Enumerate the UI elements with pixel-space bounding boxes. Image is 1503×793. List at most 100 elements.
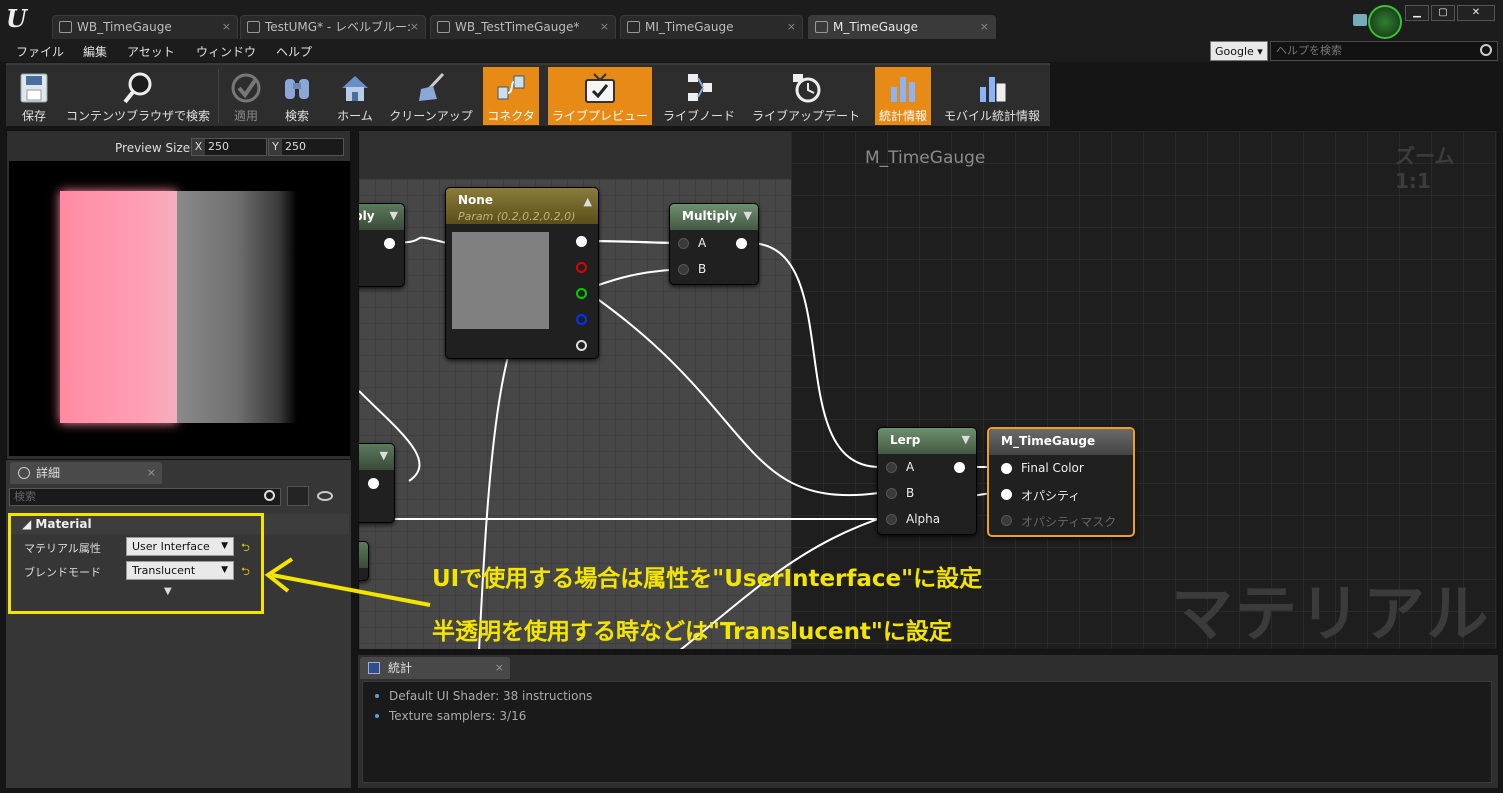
material-output-node[interactable]: M_TimeGauge Final Color オパシティ オパシティマスク: [987, 427, 1135, 537]
partial-node-middle[interactable]: ▼: [359, 443, 395, 523]
collapse-icon[interactable]: ▼: [962, 428, 970, 452]
input-pin-b[interactable]: [678, 264, 689, 275]
help-search-input[interactable]: ヘルプを検索: [1270, 41, 1498, 61]
apply-button[interactable]: 適用: [223, 67, 269, 125]
grid-view-icon[interactable]: [287, 486, 309, 506]
preview-size-y-input[interactable]: Y 250: [268, 138, 344, 156]
details-panel: 詳細 × 検索 ◢ Material マテリアル属性 User Interfac…: [6, 460, 351, 788]
source-control-icon[interactable]: [1368, 5, 1402, 39]
input-pin-alpha[interactable]: [886, 514, 897, 525]
preview-viewport[interactable]: [9, 161, 350, 456]
r-output-pin[interactable]: [576, 262, 587, 273]
tab-label: WB_TestTimeGauge*: [455, 20, 580, 34]
final-color-pin[interactable]: [1001, 463, 1012, 474]
input-pin-a[interactable]: [886, 462, 897, 473]
multiply-node[interactable]: Multiply ▼ A B: [669, 203, 759, 285]
partial-node-top[interactable]: ply ▼: [359, 203, 405, 287]
cleanup-button[interactable]: クリーンアップ: [386, 67, 476, 125]
live-preview-button[interactable]: ライブプレビュー: [548, 67, 652, 125]
details-tab[interactable]: 詳細 ×: [10, 462, 162, 484]
stats-tab[interactable]: 統計 ×: [360, 657, 510, 679]
tab-testumg[interactable]: TestUMG* - レベルブルー: ×: [240, 15, 426, 39]
close-icon[interactable]: ×: [222, 16, 231, 38]
input-pin-a[interactable]: [678, 238, 689, 249]
node-title: Multiply: [682, 209, 737, 223]
wire: [748, 242, 880, 468]
tab-m-timegauge[interactable]: M_TimeGauge ×: [808, 15, 996, 39]
close-icon[interactable]: ×: [980, 16, 989, 38]
menu-help[interactable]: ヘルプ: [276, 43, 312, 60]
rgb-output-pin[interactable]: [576, 236, 587, 247]
unreal-logo-icon[interactable]: U: [6, 4, 32, 33]
preview-size-x-input[interactable]: X 250: [191, 138, 267, 156]
search-icon[interactable]: [1480, 44, 1492, 56]
lerp-node[interactable]: Lerp ▼ A B Alpha: [877, 427, 977, 535]
close-icon[interactable]: ×: [410, 16, 419, 38]
output-pin[interactable]: [736, 238, 747, 249]
minimize-button[interactable]: ▁: [1405, 5, 1429, 21]
stats-label: 統計情報: [878, 109, 927, 123]
maximize-button[interactable]: ▢: [1431, 5, 1455, 21]
stats-panel: 統計 × Default UI Shader: 38 instructions …: [358, 655, 1498, 788]
pin-label: オパシティマスク: [1021, 515, 1117, 529]
close-icon[interactable]: ×: [600, 16, 609, 38]
b-output-pin[interactable]: [576, 314, 587, 325]
eye-icon[interactable]: [317, 491, 333, 501]
node-title: Lerp: [890, 433, 921, 447]
close-icon[interactable]: ×: [495, 657, 504, 679]
input-pin-b[interactable]: [886, 488, 897, 499]
stats-button[interactable]: 統計情報: [875, 67, 931, 125]
pin-label: Final Color: [1021, 461, 1084, 475]
tab-wb-timegauge[interactable]: WB_TimeGauge ×: [52, 15, 238, 39]
a-output-pin[interactable]: [576, 340, 587, 351]
annotation-user-interface: UIで使用する場合は属性を"UserInterface"に設定: [432, 566, 983, 592]
collapse-icon[interactable]: ▼: [390, 204, 398, 228]
arrow-line: [271, 573, 431, 607]
tab-mi-timegauge[interactable]: MI_TimeGauge ×: [620, 15, 803, 39]
g-output-pin[interactable]: [576, 288, 587, 299]
cleanup-label: クリーンアップ: [389, 109, 473, 123]
tab-label: TestUMG* - レベルブルー:: [265, 20, 412, 34]
search-engine-select[interactable]: Google ▾: [1210, 41, 1268, 61]
menu-edit[interactable]: 編集: [83, 43, 107, 60]
menu-file[interactable]: ファイル: [16, 43, 64, 60]
preview-size-label: Preview Size: [115, 141, 191, 155]
node-header: ply ▼: [359, 204, 404, 230]
connectors-label: コネクタ: [487, 109, 535, 123]
live-nodes-icon: [688, 74, 712, 101]
output-pin[interactable]: [384, 238, 395, 249]
pin-label: B: [906, 486, 915, 500]
collapse-icon[interactable]: ▼: [744, 204, 752, 228]
connectors-button[interactable]: コネクタ: [483, 67, 539, 125]
output-pin[interactable]: [954, 462, 965, 473]
vector-param-node[interactable]: None Param (0.2,0.2,0.2,0) ▲: [445, 187, 599, 359]
close-window-button[interactable]: ✕: [1457, 5, 1495, 21]
tv-icon: [585, 73, 615, 103]
opacity-mask-pin[interactable]: [1001, 515, 1012, 526]
home-button[interactable]: ホーム: [328, 67, 382, 125]
save-button[interactable]: 保存: [10, 67, 58, 125]
broom-icon: [419, 72, 445, 101]
notification-icon[interactable]: [1353, 14, 1367, 26]
node-title: None: [458, 193, 493, 207]
close-icon[interactable]: ×: [147, 462, 156, 484]
live-preview-label: ライブプレビュー: [551, 109, 648, 123]
widget-blueprint-icon: [437, 21, 450, 33]
tab-wb-testtimegauge[interactable]: WB_TestTimeGauge* ×: [430, 15, 616, 39]
mobile-stats-button[interactable]: モバイル統計情報: [939, 67, 1045, 125]
menu-asset[interactable]: アセット: [127, 43, 175, 60]
bar-chart-icon: [891, 77, 915, 102]
details-search-input[interactable]: 検索: [9, 488, 281, 506]
live-nodes-button[interactable]: ライブノード: [659, 67, 739, 125]
collapse-icon[interactable]: ▼: [380, 444, 388, 468]
collapse-icon[interactable]: ▲: [584, 194, 592, 210]
browse-button[interactable]: コンテンツブラウザで検索: [62, 67, 214, 125]
node-header: ▼: [359, 444, 394, 470]
search-icon[interactable]: [264, 490, 275, 501]
opacity-pin[interactable]: [1001, 489, 1012, 500]
close-icon[interactable]: ×: [787, 16, 796, 38]
output-pin[interactable]: [368, 478, 379, 489]
search-button[interactable]: 検索: [274, 67, 320, 125]
menu-window[interactable]: ウィンドウ: [196, 43, 256, 60]
live-update-button[interactable]: ライブアップデート: [748, 67, 864, 125]
